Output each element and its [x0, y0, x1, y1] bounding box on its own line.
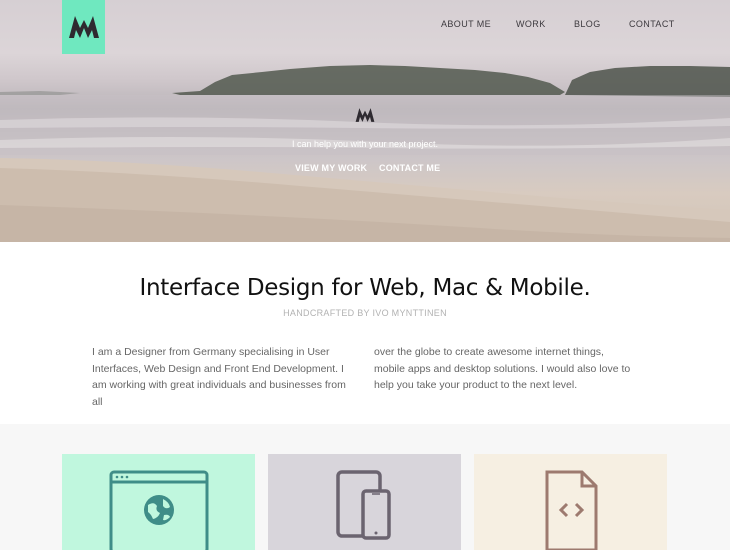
- feature-card-code: [474, 454, 667, 550]
- nav-work[interactable]: Work: [516, 19, 546, 29]
- nav-about-me[interactable]: About me: [441, 19, 491, 29]
- hero-banner: About me Work Blog Contact I can help yo…: [0, 0, 730, 242]
- main-nav: About me Work Blog Contact: [0, 19, 730, 33]
- code-file-icon: [545, 470, 598, 550]
- nav-contact[interactable]: Contact: [629, 19, 675, 29]
- page-subline: HANDCRAFTED BY IVO MYNTTINEN: [283, 308, 447, 318]
- browser-globe-icon: [109, 470, 209, 550]
- page-headline: Interface Design for Web, Mac & Mobile.: [139, 275, 591, 301]
- hero-tagline: I can help you with your next project.: [291, 139, 439, 149]
- intro-text-left: I am a Designer from Germany specialisin…: [92, 346, 346, 408]
- hero-logo-icon: [355, 108, 375, 122]
- feature-card-devices: [268, 454, 461, 550]
- tablet-phone-icon: [336, 470, 391, 540]
- view-my-work-link[interactable]: View my work: [295, 163, 367, 173]
- feature-card-web: [62, 454, 255, 550]
- features-section: [0, 424, 730, 550]
- contact-me-link[interactable]: Contact me: [379, 163, 440, 173]
- nav-blog[interactable]: Blog: [574, 19, 601, 29]
- intro-text-right: over the globe to create awesome interne…: [374, 346, 631, 391]
